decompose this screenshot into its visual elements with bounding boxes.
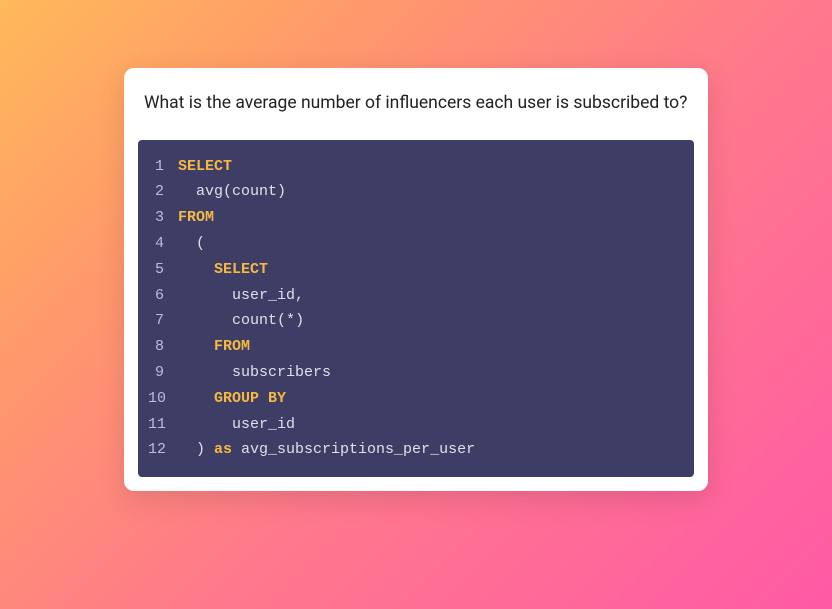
keyword-token: FROM — [178, 209, 214, 226]
code-content: SELECT — [178, 154, 232, 180]
line-number: 12 — [148, 437, 178, 463]
line-number: 1 — [148, 154, 178, 180]
text-token: subscribers — [178, 364, 331, 381]
text-token: user_id, — [178, 287, 304, 304]
text-token: ( — [178, 235, 205, 252]
code-content: user_id — [178, 412, 295, 438]
text-token: count — [178, 312, 277, 329]
code-line: 5 SELECT — [148, 257, 682, 283]
code-line: 12 ) as avg_subscriptions_per_user — [148, 437, 682, 463]
text-token: ( — [223, 183, 232, 200]
line-number: 5 — [148, 257, 178, 283]
code-content: FROM — [178, 205, 214, 231]
keyword-token: FROM — [214, 338, 250, 355]
text-token: ) — [277, 183, 286, 200]
code-line: 1SELECT — [148, 154, 682, 180]
line-number: 4 — [148, 231, 178, 257]
text-token — [178, 338, 214, 355]
text-token: user_id — [178, 416, 295, 433]
code-content: subscribers — [178, 360, 331, 386]
text-token: ( — [277, 312, 286, 329]
code-line: 2 avg(count) — [148, 179, 682, 205]
line-number: 6 — [148, 283, 178, 309]
code-content: avg(count) — [178, 179, 286, 205]
code-content: ( — [178, 231, 205, 257]
code-line: 7 count(*) — [148, 308, 682, 334]
keyword-token: GROUP BY — [214, 390, 286, 407]
text-token — [178, 261, 214, 278]
line-number: 8 — [148, 334, 178, 360]
code-line: 4 ( — [148, 231, 682, 257]
text-token: avg_subscriptions_per_user — [232, 441, 475, 458]
code-panel: 1SELECT2 avg(count)3FROM4 (5 SELECT6 use… — [138, 140, 694, 478]
code-content: user_id, — [178, 283, 304, 309]
text-token: * — [286, 312, 295, 329]
code-line: 3FROM — [148, 205, 682, 231]
code-content: count(*) — [178, 308, 304, 334]
code-content: ) as avg_subscriptions_per_user — [178, 437, 475, 463]
line-number: 2 — [148, 179, 178, 205]
question-text: What is the average number of influencer… — [138, 86, 694, 140]
code-line: 6 user_id, — [148, 283, 682, 309]
text-token: ) — [178, 441, 214, 458]
code-content: SELECT — [178, 257, 268, 283]
code-content: GROUP BY — [178, 386, 286, 412]
line-number: 10 — [148, 386, 178, 412]
line-number: 11 — [148, 412, 178, 438]
text-token: ) — [295, 312, 304, 329]
keyword-token: SELECT — [178, 158, 232, 175]
keyword-token: as — [214, 441, 232, 458]
code-line: 11 user_id — [148, 412, 682, 438]
text-token: avg — [178, 183, 223, 200]
code-line: 8 FROM — [148, 334, 682, 360]
code-line: 10 GROUP BY — [148, 386, 682, 412]
code-line: 9 subscribers — [148, 360, 682, 386]
card: What is the average number of influencer… — [124, 68, 708, 491]
line-number: 9 — [148, 360, 178, 386]
line-number: 3 — [148, 205, 178, 231]
keyword-token: SELECT — [214, 261, 268, 278]
code-content: FROM — [178, 334, 250, 360]
line-number: 7 — [148, 308, 178, 334]
text-token — [178, 390, 214, 407]
text-token: count — [232, 183, 277, 200]
